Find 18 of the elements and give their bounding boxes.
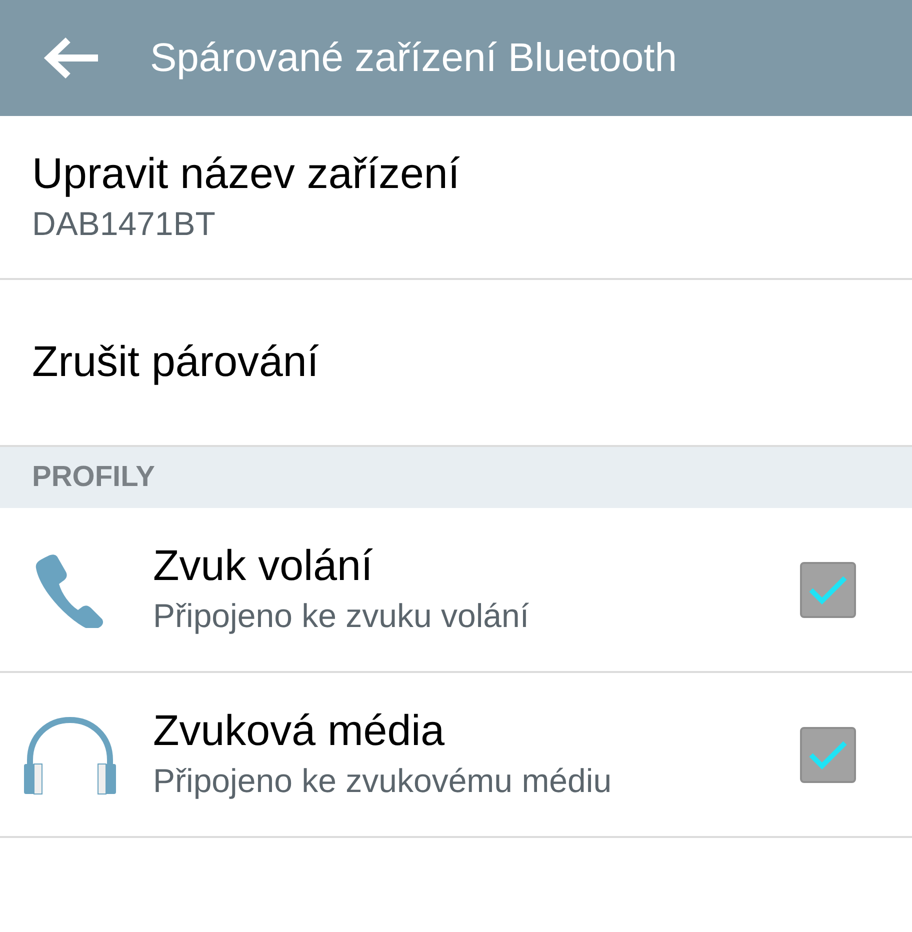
settings-item[interactable]: Upravit název zařízení DAB1471BT (0, 116, 912, 280)
checkbox[interactable] (800, 562, 856, 618)
profile-item[interactable]: Zvuk volání Připojeno ke zvuku volání (0, 508, 912, 673)
phone-icon (34, 552, 106, 628)
checkbox[interactable] (800, 726, 856, 782)
check-icon (808, 740, 848, 770)
back-button[interactable] (42, 36, 100, 80)
check-icon (808, 574, 848, 604)
item-title: Upravit název zařízení (32, 150, 461, 198)
item-title: Zvuková média (153, 708, 446, 756)
section-header: PROFILY (32, 460, 156, 495)
item-title: Zrušit párování (32, 338, 320, 386)
screen-title: Spárované zařízení Bluetooth (150, 35, 678, 82)
item-summary: Připojeno ke zvukovému médiu (153, 761, 613, 801)
item-summary: Připojeno ke zvuku volání (153, 596, 530, 636)
item-title: Zvuk volání (153, 543, 374, 590)
item-summary: DAB1471BT (32, 204, 216, 244)
profile-item[interactable]: Zvuková média Připojeno ke zvukovému médiu (0, 673, 912, 838)
